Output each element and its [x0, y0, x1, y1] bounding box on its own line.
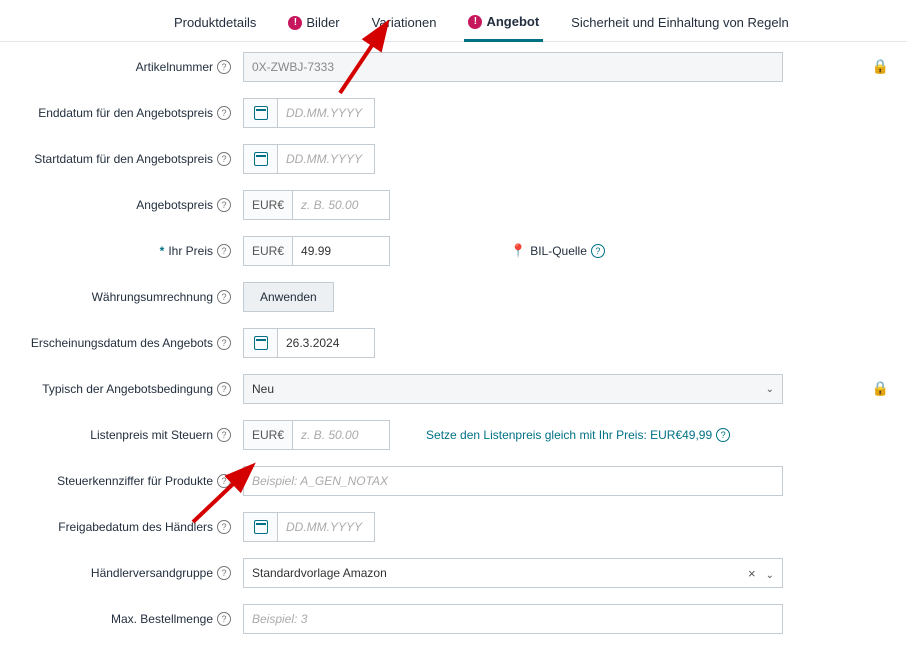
- maxbestellmenge-input[interactable]: [243, 604, 783, 634]
- pin-icon: 📍: [510, 243, 526, 259]
- label-steuerkennziffer: Steuerkennziffer für Produkte: [57, 474, 213, 488]
- label-enddatum: Enddatum für den Angebotspreis: [38, 106, 213, 120]
- typisch-value: Neu: [252, 382, 274, 396]
- currency-prefix: EUR€: [243, 190, 292, 220]
- chevron-down-icon: ⌄: [766, 570, 774, 581]
- calendar-button[interactable]: [243, 512, 277, 542]
- tab-variationen[interactable]: Variationen: [368, 8, 441, 41]
- enddatum-input[interactable]: [277, 98, 375, 128]
- label-typisch: Typisch der Angebotsbedingung: [42, 382, 213, 396]
- tab-bar: Produktdetails !Bilder Variationen !Ange…: [0, 0, 907, 42]
- label-ihrpreis: Ihr Preis: [168, 244, 213, 258]
- label-freigabedatum: Freigabedatum des Händlers: [58, 520, 213, 534]
- help-icon[interactable]: ?: [217, 612, 231, 626]
- listenpreis-input[interactable]: [292, 420, 390, 450]
- lock-icon: 🔒: [872, 58, 889, 75]
- alert-icon: !: [468, 15, 482, 29]
- ihrpreis-input[interactable]: [292, 236, 390, 266]
- calendar-button[interactable]: [243, 328, 277, 358]
- startdatum-input[interactable]: [277, 144, 375, 174]
- bil-quelle-link[interactable]: 📍BIL-Quelle?: [510, 243, 605, 259]
- artikelnummer-display: 0X-ZWBJ-7333: [243, 52, 783, 82]
- tab-sicherheit[interactable]: Sicherheit und Einhaltung von Regeln: [567, 8, 793, 41]
- calendar-icon: [254, 152, 268, 166]
- label-artikelnummer: Artikelnummer: [136, 60, 213, 74]
- erscheinungsdatum-input[interactable]: [277, 328, 375, 358]
- versandgruppe-value: Standardvorlage Amazon: [252, 566, 387, 580]
- label-angebotspreis: Angebotspreis: [136, 198, 213, 212]
- label-waehrungsumrechnung: Währungsumrechnung: [92, 290, 213, 304]
- help-icon[interactable]: ?: [217, 428, 231, 442]
- calendar-button[interactable]: [243, 98, 277, 128]
- currency-prefix: EUR€: [243, 236, 292, 266]
- currency-prefix: EUR€: [243, 420, 292, 450]
- label-startdatum: Startdatum für den Angebotspreis: [34, 152, 213, 166]
- label-versandgruppe: Händlerversandgruppe: [91, 566, 213, 580]
- anwenden-button[interactable]: Anwenden: [243, 282, 334, 312]
- help-icon[interactable]: ?: [217, 336, 231, 350]
- help-icon[interactable]: ?: [217, 60, 231, 74]
- lock-icon: 🔒: [872, 380, 889, 397]
- help-icon[interactable]: ?: [591, 244, 605, 258]
- help-icon[interactable]: ?: [217, 290, 231, 304]
- chevron-down-icon: ⌄: [766, 384, 774, 395]
- alert-icon: !: [288, 16, 302, 30]
- freigabedatum-input[interactable]: [277, 512, 375, 542]
- required-marker: *: [160, 244, 165, 258]
- form-container: Artikelnummer? 0X-ZWBJ-7333 🔒 Enddatum f…: [0, 42, 907, 660]
- label-erscheinungsdatum: Erscheinungsdatum des Angebots: [31, 336, 213, 350]
- calendar-icon: [254, 520, 268, 534]
- calendar-icon: [254, 106, 268, 120]
- steuerkennziffer-input[interactable]: [243, 466, 783, 496]
- calendar-button[interactable]: [243, 144, 277, 174]
- help-icon[interactable]: ?: [217, 152, 231, 166]
- help-icon[interactable]: ?: [217, 244, 231, 258]
- calendar-icon: [254, 336, 268, 350]
- help-icon[interactable]: ?: [217, 566, 231, 580]
- help-icon[interactable]: ?: [217, 382, 231, 396]
- clear-icon[interactable]: ×: [748, 566, 756, 581]
- help-icon[interactable]: ?: [217, 106, 231, 120]
- tab-angebot[interactable]: !Angebot: [464, 8, 543, 42]
- help-icon[interactable]: ?: [217, 520, 231, 534]
- angebotspreis-input[interactable]: [292, 190, 390, 220]
- typisch-select[interactable]: Neu ⌄: [243, 374, 783, 404]
- versandgruppe-select[interactable]: Standardvorlage Amazon × ⌄: [243, 558, 783, 588]
- help-icon[interactable]: ?: [217, 198, 231, 212]
- help-icon[interactable]: ?: [716, 428, 730, 442]
- tab-bilder[interactable]: !Bilder: [284, 8, 343, 41]
- label-maxbestellmenge: Max. Bestellmenge: [111, 612, 213, 626]
- label-listenpreis: Listenpreis mit Steuern: [90, 428, 213, 442]
- listenpreis-suggest-link[interactable]: Setze den Listenpreis gleich mit Ihr Pre…: [426, 428, 730, 442]
- help-icon[interactable]: ?: [217, 474, 231, 488]
- tab-produktdetails[interactable]: Produktdetails: [170, 8, 260, 41]
